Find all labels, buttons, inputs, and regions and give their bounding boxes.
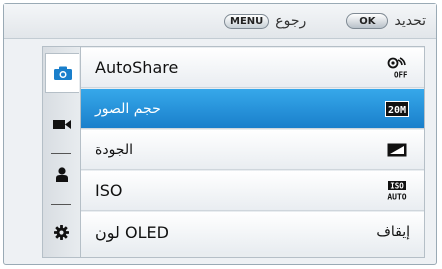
quality-superfine-icon — [384, 139, 410, 161]
menu-hint: MENU رجوع — [224, 12, 306, 30]
camera-icon — [53, 66, 72, 80]
gear-icon — [54, 224, 69, 240]
ok-button[interactable]: OK — [346, 13, 389, 29]
menu-item-autoshare[interactable]: AutoShare OFF — [81, 48, 424, 88]
sidebar-item-settings[interactable] — [43, 217, 80, 247]
settings-list: AutoShare OFF حجم الصور 20M الجودة ISO I… — [81, 47, 424, 257]
autoshare-off-icon: OFF — [384, 56, 410, 79]
menu-item-iso[interactable]: ISO ISO AUTO — [81, 171, 424, 211]
ok-hint-text: تحديد — [394, 13, 426, 29]
menu-item-label: لون OLED — [95, 222, 169, 242]
sidebar-item-video[interactable] — [43, 109, 80, 139]
menu-item-label: ISO — [95, 181, 123, 200]
menu-item-quality[interactable]: الجودة — [81, 130, 424, 170]
iso-icon-bottom-text: AUTO — [387, 192, 406, 201]
iso-icon-top-text: ISO — [390, 181, 404, 190]
top-bar: تحديد OK MENU رجوع — [4, 4, 436, 39]
menu-item-value: إيقاف — [376, 224, 410, 240]
svg-text:OFF: OFF — [394, 70, 407, 79]
ok-hint: تحديد OK — [346, 12, 426, 30]
category-sidebar — [43, 47, 81, 257]
screen-frame: تحديد OK MENU رجوع AutoShare OFF حجم الص… — [3, 3, 437, 265]
size-icon-text: 20M — [388, 105, 406, 116]
menu-button[interactable]: MENU — [224, 13, 270, 29]
menu-item-label: AutoShare — [95, 58, 179, 77]
size-20m-icon: 20M — [384, 98, 410, 120]
iso-auto-icon: ISO AUTO — [384, 180, 410, 202]
sidebar-divider — [51, 204, 71, 205]
menu-item-oled-color[interactable]: لون OLED إيقاف — [81, 212, 424, 252]
settings-panel: AutoShare OFF حجم الصور 20M الجودة ISO I… — [42, 46, 425, 258]
sidebar-item-photo[interactable] — [45, 53, 79, 93]
sidebar-item-person[interactable] — [43, 159, 80, 189]
menu-hint-text: رجوع — [275, 13, 307, 29]
menu-item-label: حجم الصور — [95, 100, 161, 117]
person-icon — [55, 166, 68, 182]
menu-item-label: الجودة — [95, 141, 133, 158]
video-icon — [52, 119, 71, 129]
menu-item-image-size[interactable]: حجم الصور 20M — [81, 89, 424, 129]
sidebar-divider — [51, 153, 71, 154]
